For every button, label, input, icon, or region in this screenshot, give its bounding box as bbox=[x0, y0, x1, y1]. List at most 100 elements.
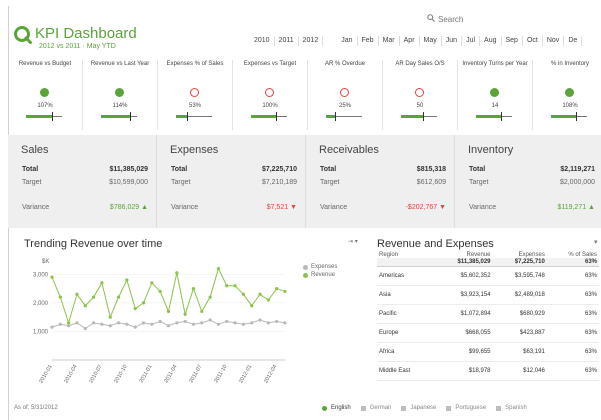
series-line-revenue bbox=[51, 267, 286, 325]
page-title: KPI Dashboard bbox=[35, 25, 137, 42]
legend-item-expenses: Expenses bbox=[303, 263, 337, 271]
status-ok-icon bbox=[565, 88, 574, 97]
table-cell: $18,978 bbox=[433, 361, 493, 381]
data-point-revenue bbox=[258, 292, 262, 296]
kpi-gauge[interactable]: AR Day Sales O/S 50 bbox=[383, 60, 458, 130]
table-cell: Africa bbox=[377, 342, 434, 362]
y-tick-label: 3,000 bbox=[33, 272, 49, 278]
search-box[interactable]: Search bbox=[427, 14, 463, 24]
total-value: $815,318 bbox=[416, 166, 446, 173]
table-cell: $668,055 bbox=[433, 323, 493, 343]
kpi-label: AR % Overdue bbox=[324, 61, 366, 67]
month-jun[interactable]: Jun bbox=[442, 36, 463, 46]
table-cell: 63% bbox=[546, 342, 599, 362]
language-option[interactable]: Spanish bbox=[496, 405, 527, 411]
month-mar[interactable]: Mar bbox=[379, 36, 400, 46]
data-point-expenses bbox=[100, 322, 104, 326]
language-option[interactable]: English bbox=[322, 405, 351, 411]
kpi-bullet-bar bbox=[251, 112, 287, 121]
data-point-revenue bbox=[100, 281, 104, 285]
kpi-gauge[interactable]: AR % Overdue 25% bbox=[308, 60, 383, 130]
data-point-expenses bbox=[225, 319, 229, 324]
inactive-square-icon bbox=[360, 405, 366, 411]
table-cell: 63% bbox=[546, 266, 599, 286]
month-sep[interactable]: Sep bbox=[502, 36, 523, 46]
data-point-revenue bbox=[50, 275, 54, 279]
table-row[interactable]: Pacific $1,072,894 $680,929 63% bbox=[377, 304, 599, 324]
search-icon bbox=[427, 14, 435, 24]
variance-label: Variance bbox=[22, 204, 50, 211]
data-point-expenses bbox=[150, 322, 154, 326]
table-cell: Pacific bbox=[377, 304, 434, 324]
kpi-value: 100% bbox=[262, 103, 278, 109]
kpi-gauge-row: Revenue vs Budget 107% Revenue vs Last Yea… bbox=[8, 60, 601, 130]
kpi-gauge[interactable]: Revenue vs Last Year 114% bbox=[83, 60, 158, 130]
table-cell: $99,655 bbox=[433, 342, 493, 362]
data-point-revenue bbox=[158, 289, 162, 294]
summary-card-sales: Sales Total $11,385,029 Target $10,599,000 Va… bbox=[8, 135, 157, 228]
table-cell: $2,489,018 bbox=[492, 285, 547, 305]
table-menu-icon[interactable]: ▾ bbox=[594, 238, 598, 246]
kpi-value: 114% bbox=[112, 103, 128, 109]
legend-swatch-icon bbox=[303, 272, 308, 278]
data-point-expenses bbox=[108, 324, 112, 328]
month-jan[interactable]: Jan bbox=[337, 36, 358, 46]
language-option[interactable]: German bbox=[360, 405, 391, 411]
target-label: Target bbox=[320, 179, 340, 186]
search-placeholder: Search bbox=[438, 14, 464, 24]
active-dot-icon bbox=[322, 405, 327, 411]
kpi-bullet-bar bbox=[401, 112, 437, 121]
kpi-bullet-bar bbox=[326, 112, 362, 121]
data-point-revenue bbox=[133, 306, 137, 311]
kpi-gauge[interactable]: % in Inventory 108% bbox=[533, 60, 601, 130]
y-axis-label: $K bbox=[42, 259, 49, 265]
x-tick-label: 2010-10 bbox=[113, 364, 128, 384]
table-row[interactable]: Asia $3,923,154 $2,489,018 63% bbox=[377, 285, 599, 305]
table-cell bbox=[377, 258, 434, 267]
month-feb[interactable]: Feb bbox=[358, 36, 379, 46]
x-tick-label: 2010-07 bbox=[88, 364, 103, 384]
legend-swatch-icon bbox=[303, 264, 308, 270]
inactive-square-icon bbox=[446, 405, 452, 411]
data-point-revenue bbox=[233, 284, 237, 288]
kpi-gauge[interactable]: Inventory Turns per Year 14 bbox=[458, 60, 533, 130]
data-point-revenue bbox=[241, 292, 245, 296]
data-point-expenses bbox=[58, 322, 62, 326]
language-option[interactable]: Japanese bbox=[401, 405, 436, 411]
data-point-revenue bbox=[150, 281, 154, 285]
language-option[interactable]: Portuguese bbox=[446, 405, 486, 411]
month-apr[interactable]: Apr bbox=[400, 36, 420, 46]
chart-legend: Expenses Revenue bbox=[303, 263, 337, 279]
x-tick-label: 2011-10 bbox=[213, 364, 228, 384]
kpi-gauge[interactable]: Expenses vs Target 100% bbox=[233, 60, 308, 130]
month-jul[interactable]: Jul bbox=[462, 36, 481, 46]
table-cell: 63% bbox=[546, 361, 599, 381]
table-row[interactable]: Americas $5,602,352 $3,595,748 63% bbox=[377, 266, 599, 286]
month-de[interactable]: De bbox=[564, 36, 583, 46]
total-value: $7,225,710 bbox=[261, 166, 297, 173]
kpi-gauge[interactable]: Expenses % of Sales 53% bbox=[158, 60, 233, 130]
table-row[interactable]: Middle East $18,978 $12,046 63% bbox=[377, 361, 599, 381]
month-may[interactable]: May bbox=[420, 36, 442, 46]
month-nov[interactable]: Nov bbox=[543, 36, 565, 46]
kpi-bullet-bar bbox=[551, 112, 587, 121]
month-oct[interactable]: Oct bbox=[523, 36, 543, 46]
year-2011[interactable]: 2011 bbox=[275, 36, 299, 46]
variance-label: Variance bbox=[171, 204, 199, 211]
year-2010[interactable]: 2010 bbox=[250, 36, 275, 46]
table-row[interactable]: Africa $99,655 $63,191 63% bbox=[377, 342, 599, 362]
kpi-gauge[interactable]: Revenue vs Budget 107% bbox=[8, 60, 83, 130]
month-aug[interactable]: Aug bbox=[480, 36, 502, 46]
data-point-expenses bbox=[50, 325, 54, 329]
table-row[interactable]: Europe $668,055 $423,887 63% bbox=[377, 323, 599, 343]
x-tick-label: 2010-04 bbox=[63, 364, 78, 384]
year-2012[interactable]: 2012 bbox=[299, 36, 324, 46]
summary-card-receivables: Receivables Total $815,318 Target $612,609 Va… bbox=[306, 135, 455, 228]
period-selector: 2010 2011 2012 Jan Feb Mar Apr May Jun Jul Aug Sep O… bbox=[250, 36, 583, 46]
table-cell: 63% bbox=[546, 304, 599, 324]
total-label: Total bbox=[171, 166, 188, 173]
table-cell: $5,602,352 bbox=[433, 266, 493, 286]
status-alert-icon bbox=[415, 88, 424, 97]
data-point-expenses bbox=[141, 321, 146, 325]
chart-tools-icon[interactable]: ⇥ ▾ bbox=[348, 238, 358, 245]
